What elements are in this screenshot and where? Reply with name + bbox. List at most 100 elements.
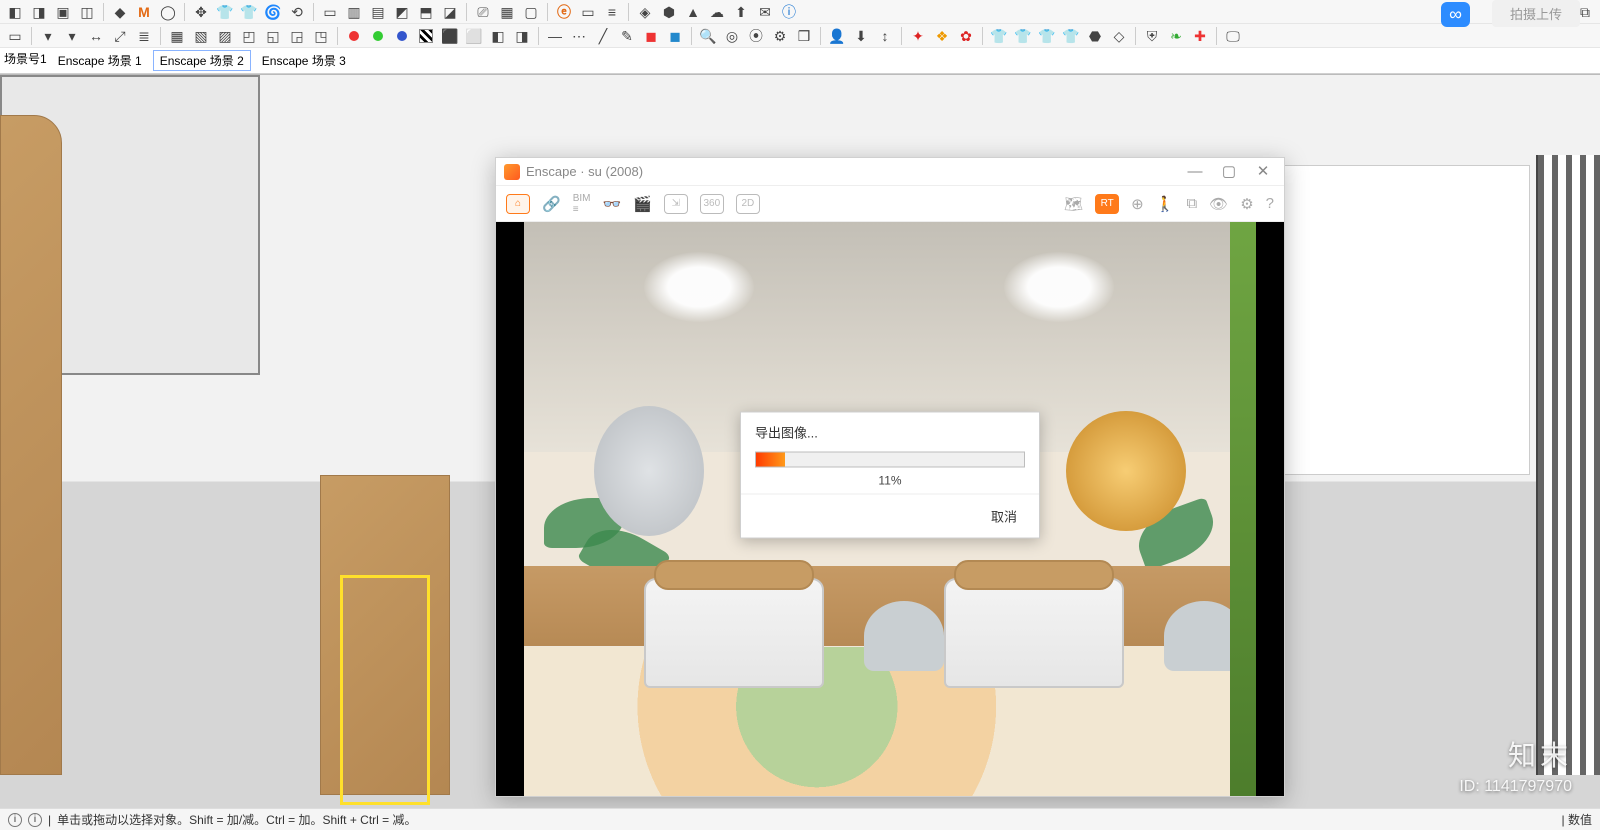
tool-icon[interactable]: ▤ bbox=[367, 2, 389, 22]
tool-icon[interactable]: ≣ bbox=[133, 26, 155, 46]
tool-icon[interactable]: ▭ bbox=[577, 2, 599, 22]
tool-icon[interactable]: ◳ bbox=[310, 26, 332, 46]
enscape-titlebar[interactable]: Enscape · su (2008) — ▢ ✕ bbox=[496, 158, 1284, 186]
upload-button[interactable]: 拍摄上传 bbox=[1492, 0, 1580, 27]
bug-icon[interactable]: ✚ bbox=[1189, 26, 1211, 46]
tool-icon[interactable]: 👕 bbox=[214, 2, 236, 22]
tool-icon[interactable]: ⟲ bbox=[286, 2, 308, 22]
tool-icon[interactable]: ◫ bbox=[76, 2, 98, 22]
help-icon[interactable]: ? bbox=[1266, 195, 1274, 212]
tool-icon[interactable]: ╱ bbox=[592, 26, 614, 46]
search-icon[interactable]: 🔍 bbox=[697, 26, 719, 46]
tool-icon[interactable]: ↕ bbox=[874, 26, 896, 46]
scene-tab[interactable]: Enscape 场景 3 bbox=[255, 50, 353, 71]
tool-icon[interactable]: ⬜ bbox=[463, 26, 485, 46]
enscape-icon[interactable]: ⓔ bbox=[553, 2, 575, 22]
tshirt-icon[interactable]: 👕 bbox=[1012, 26, 1034, 46]
minimize-button[interactable]: — bbox=[1178, 158, 1212, 184]
tshirt-icon[interactable]: 👕 bbox=[1036, 26, 1058, 46]
tool-icon[interactable]: ◱ bbox=[262, 26, 284, 46]
tool-icon[interactable]: ◰ bbox=[238, 26, 260, 46]
walk-icon[interactable]: 🚶 bbox=[1156, 195, 1175, 213]
tool-icon[interactable]: ◨ bbox=[28, 2, 50, 22]
tool-icon[interactable]: ≡ bbox=[601, 2, 623, 22]
tool-icon[interactable]: ◯ bbox=[157, 2, 179, 22]
tool-icon[interactable]: ☁ bbox=[706, 2, 728, 22]
enscape-render-view[interactable]: 导出图像... 11% 取消 bbox=[496, 222, 1284, 796]
cube-icon[interactable]: ▧ bbox=[190, 26, 212, 46]
eye-icon[interactable]: 👁 bbox=[1209, 195, 1228, 213]
map-icon[interactable]: 🗺 bbox=[1064, 195, 1083, 213]
move-icon[interactable]: ↔ bbox=[85, 26, 107, 46]
export-icon[interactable]: ⇲ bbox=[664, 194, 688, 214]
tool-icon[interactable]: ▣ bbox=[52, 2, 74, 22]
tool-icon[interactable]: ▲ bbox=[682, 2, 704, 22]
scene-tab[interactable]: Enscape 场景 2 bbox=[153, 50, 251, 71]
tool-icon[interactable]: ◧ bbox=[4, 2, 26, 22]
cube-icon[interactable]: ▦ bbox=[166, 26, 188, 46]
tshirt-icon[interactable]: 👕 bbox=[1060, 26, 1082, 46]
scene-tab[interactable]: Enscape 场景 1 bbox=[51, 50, 149, 71]
tool-icon[interactable]: ◈ bbox=[634, 2, 656, 22]
cancel-button[interactable]: 取消 bbox=[981, 502, 1027, 529]
info-icon[interactable]: i bbox=[8, 813, 22, 827]
tool-icon[interactable]: ▦ bbox=[496, 2, 518, 22]
tool-icon[interactable]: ◪ bbox=[439, 2, 461, 22]
tool-icon[interactable]: ⋯ bbox=[568, 26, 590, 46]
info-icon[interactable]: i bbox=[28, 813, 42, 827]
close-button[interactable]: ✕ bbox=[1246, 158, 1280, 184]
leaf-icon[interactable]: ❧ bbox=[1165, 26, 1187, 46]
clapper-icon[interactable]: 🎬 bbox=[633, 195, 652, 213]
tool-icon[interactable]: — bbox=[544, 26, 566, 46]
tool-icon[interactable]: ✥ bbox=[190, 2, 212, 22]
arrow-down-icon[interactable]: ▾ bbox=[61, 26, 83, 46]
target-icon[interactable]: ◎ bbox=[721, 26, 743, 46]
tool-icon[interactable]: ⬛ bbox=[439, 26, 461, 46]
tool-icon[interactable]: ◲ bbox=[286, 26, 308, 46]
tool-icon[interactable]: ⬢ bbox=[658, 2, 680, 22]
tool-icon[interactable]: ◩ bbox=[391, 2, 413, 22]
tool-icon[interactable]: ⬇ bbox=[850, 26, 872, 46]
gear-icon[interactable]: ⚙ bbox=[769, 26, 791, 46]
bim-icon[interactable]: BIM≡ bbox=[573, 193, 591, 215]
tool-icon[interactable]: ◼ bbox=[640, 26, 662, 46]
info-icon[interactable]: ⓘ bbox=[778, 2, 800, 22]
home-icon[interactable]: ⌂ bbox=[506, 194, 530, 214]
gear-icon[interactable]: ✿ bbox=[955, 26, 977, 46]
tool-icon[interactable]: ⎚ bbox=[472, 2, 494, 22]
tool-icon[interactable]: 🌀 bbox=[262, 2, 284, 22]
tool-icon[interactable]: ◼ bbox=[664, 26, 686, 46]
cube-icon[interactable]: ▨ bbox=[214, 26, 236, 46]
rt-icon[interactable]: RT bbox=[1095, 194, 1119, 214]
infinity-badge[interactable]: ∞ bbox=[1441, 2, 1470, 27]
tool-icon[interactable]: ◨ bbox=[511, 26, 533, 46]
settings-icon[interactable]: ⚙ bbox=[1240, 195, 1253, 213]
pencil-icon[interactable]: ✎ bbox=[616, 26, 638, 46]
cube-icon[interactable]: ❒ bbox=[793, 26, 815, 46]
tool-icon[interactable]: ⤢ bbox=[109, 26, 131, 46]
2d-icon[interactable]: 2D bbox=[736, 194, 760, 214]
binoculars-icon[interactable]: 👓 bbox=[602, 195, 621, 213]
tool-icon[interactable]: ⬆ bbox=[730, 2, 752, 22]
tool-icon[interactable]: ◆ bbox=[109, 2, 131, 22]
tool-icon[interactable]: ▭ bbox=[319, 2, 341, 22]
tool-icon[interactable]: ✉ bbox=[754, 2, 776, 22]
arrow-down-icon[interactable]: ▾ bbox=[37, 26, 59, 46]
globe-icon[interactable]: ⊕ bbox=[1131, 195, 1144, 213]
tool-icon[interactable]: ▢ bbox=[520, 2, 542, 22]
shield-icon[interactable]: ⛨ bbox=[1141, 26, 1163, 46]
color-icon[interactable] bbox=[343, 26, 365, 46]
pano-icon[interactable]: 360 bbox=[700, 194, 724, 214]
tool-icon[interactable]: ◇ bbox=[1108, 26, 1130, 46]
link-icon[interactable]: 🔗 bbox=[542, 195, 561, 213]
tool-icon[interactable]: 👕 bbox=[238, 2, 260, 22]
user-icon[interactable]: 👤 bbox=[826, 26, 848, 46]
tool-icon[interactable]: ✦ bbox=[907, 26, 929, 46]
tshirt-icon[interactable]: 👕 bbox=[988, 26, 1010, 46]
sphere-icon[interactable]: ⦿ bbox=[745, 26, 767, 46]
tool-icon[interactable]: ▥ bbox=[343, 2, 365, 22]
tool-icon[interactable]: M bbox=[133, 2, 155, 22]
tool-icon[interactable]: ◧ bbox=[487, 26, 509, 46]
color-icon[interactable] bbox=[391, 26, 413, 46]
tool-icon[interactable]: ⬒ bbox=[415, 2, 437, 22]
